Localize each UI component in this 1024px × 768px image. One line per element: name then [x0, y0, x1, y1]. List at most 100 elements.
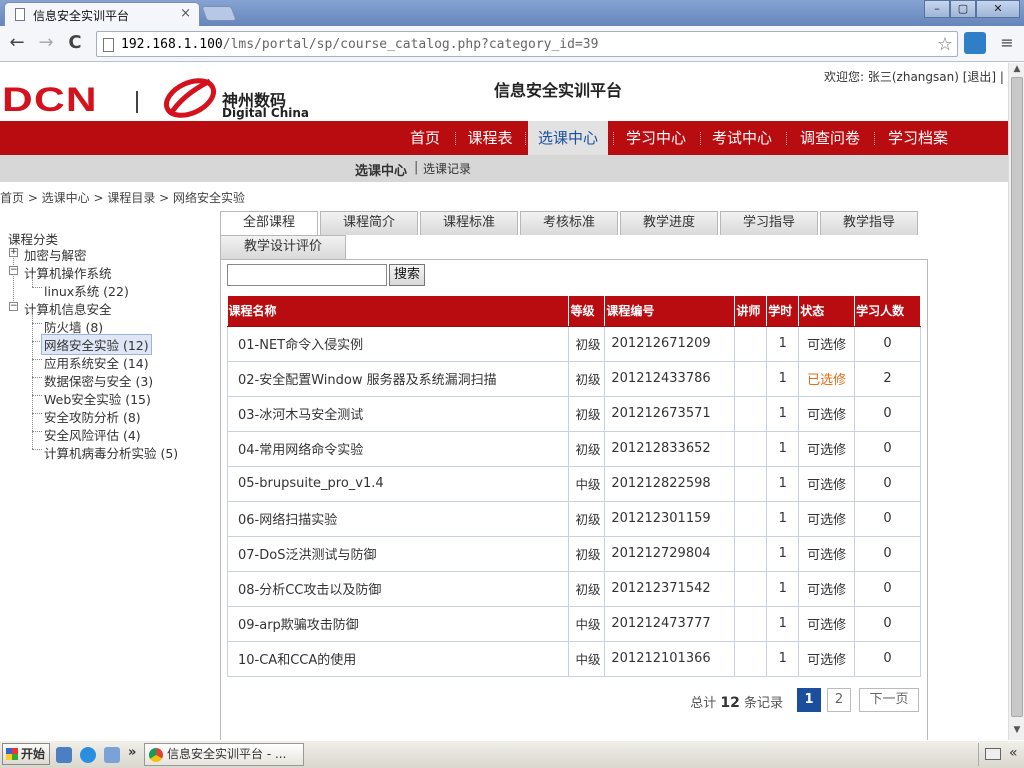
- next-page-button[interactable]: 下一页: [859, 688, 919, 712]
- tab-close-icon[interactable]: ×: [180, 6, 191, 21]
- page-icon: [15, 8, 25, 21]
- subnav-selection-record[interactable]: 选课记录: [423, 160, 471, 177]
- extension-icon[interactable]: [964, 32, 986, 54]
- tree-node-web-security[interactable]: Web安全实验 (15): [44, 389, 151, 408]
- course-code: 201212822598: [604, 465, 736, 502]
- ie-icon[interactable]: [80, 747, 96, 763]
- subnav-course-selection[interactable]: 选课中心: [355, 160, 407, 179]
- media-icon[interactable]: [104, 747, 120, 763]
- course-name-link[interactable]: 10-CA和CCA的使用: [226, 640, 570, 677]
- close-window-button[interactable]: ✕: [976, 0, 1020, 18]
- tree-node-data-security[interactable]: 数据保密与安全 (3): [44, 371, 153, 390]
- tree-node-os[interactable]: 计算机操作系统: [24, 263, 112, 282]
- bookmark-star-icon[interactable]: ☆: [937, 34, 953, 55]
- table-row[interactable]: 01-NET命令入侵实例 初级 201212671209 1 可选修 0: [226, 325, 921, 362]
- scroll-up-icon[interactable]: ▲: [1011, 64, 1023, 76]
- table-row[interactable]: 02-安全配置Window 服务器及系统漏洞扫描 初级 201212433786 1 已…: [226, 360, 921, 397]
- page-2-button[interactable]: 2: [827, 688, 851, 712]
- course-name-link[interactable]: 07-DoS泛洪测试与防御: [226, 535, 570, 572]
- taskbar-item-browser[interactable]: 信息安全实训平台 - ...: [144, 743, 304, 766]
- breadcrumb[interactable]: 首页 > 选课中心 > 课程目录 > 网络安全实验: [0, 189, 245, 206]
- course-name-link[interactable]: 08-分析CC攻击以及防御: [226, 570, 570, 607]
- search-input[interactable]: [227, 264, 387, 286]
- tree-node-app-security[interactable]: 应用系统安全 (14): [44, 353, 149, 372]
- tab-all-courses[interactable]: 全部课程: [220, 211, 318, 235]
- tab-teaching-progress[interactable]: 教学进度: [620, 211, 718, 235]
- tree-node-network-security[interactable]: 网络安全实验 (12): [41, 334, 152, 355]
- tab-study-guide[interactable]: 学习指导: [720, 211, 818, 235]
- search-button[interactable]: 搜索: [389, 264, 425, 286]
- logo-english-name: Digital China: [222, 106, 310, 120]
- tree-node-risk-assessment[interactable]: 安全风险评估 (4): [44, 425, 141, 444]
- course-learners: 0: [854, 640, 921, 677]
- reload-icon[interactable]: C: [64, 32, 86, 54]
- nav-schedule[interactable]: 课程表: [460, 121, 520, 155]
- menu-icon[interactable]: ≡: [996, 32, 1018, 54]
- page-scrollbar[interactable]: ▲ ▼: [1008, 63, 1024, 740]
- course-learners: 0: [854, 570, 921, 607]
- site-title: 信息安全实训平台: [494, 81, 623, 100]
- back-icon[interactable]: ←: [6, 32, 28, 54]
- tab-design-evaluation[interactable]: 教学设计评价: [220, 235, 346, 259]
- desktop-icon[interactable]: [56, 747, 72, 763]
- course-code: 201212673571: [604, 395, 736, 432]
- table-row[interactable]: 05-brupsuite_pro_v1.4 中级 201212822598 1 可选修 0: [226, 465, 921, 502]
- expand-icon[interactable]: +: [9, 248, 18, 257]
- collapse-icon[interactable]: −: [9, 302, 18, 311]
- course-code: 201212433786: [604, 360, 736, 397]
- course-name-link[interactable]: 09-arp欺骗攻击防御: [226, 605, 570, 642]
- forward-icon[interactable]: →: [35, 32, 57, 54]
- scroll-thumb[interactable]: [1011, 77, 1023, 717]
- tab-teaching-guide[interactable]: 教学指导: [820, 211, 918, 235]
- course-hours: 1: [766, 395, 800, 432]
- nav-survey[interactable]: 调查问卷: [792, 121, 868, 155]
- course-teacher: [734, 535, 768, 572]
- course-name-link[interactable]: 06-网络扫描实验: [226, 500, 570, 537]
- table-row[interactable]: 03-冰河木马安全测试 初级 201212673571 1 可选修 0: [226, 395, 921, 432]
- table-row[interactable]: 04-常用网络命令实验 初级 201212833652 1 可选修 0: [226, 430, 921, 467]
- tree-line: [32, 449, 42, 450]
- minimize-button[interactable]: –: [924, 0, 950, 18]
- nav-learning-record[interactable]: 学习档案: [880, 121, 956, 155]
- logo-dcn: DCN: [2, 81, 98, 119]
- nav-home[interactable]: 首页: [400, 121, 450, 155]
- tab-assessment-standard[interactable]: 考核标准: [520, 211, 618, 235]
- digital-china-swirl-icon: [163, 78, 217, 118]
- tree-node-linux[interactable]: linux系统 (22): [44, 281, 129, 300]
- new-tab-button[interactable]: [201, 6, 237, 21]
- table-row[interactable]: 09-arp欺骗攻击防御 中级 201212473777 1 可选修 0: [226, 605, 921, 642]
- nav-learning-center[interactable]: 学习中心: [618, 121, 694, 155]
- nav-exam-center[interactable]: 考试中心: [704, 121, 780, 155]
- course-name-link[interactable]: 04-常用网络命令实验: [226, 430, 570, 467]
- course-name-link[interactable]: 03-冰河木马安全测试: [226, 395, 570, 432]
- browser-tab[interactable]: 信息安全实训平台 ×: [4, 2, 200, 26]
- maximize-button[interactable]: ▢: [950, 0, 976, 18]
- table-row[interactable]: 08-分析CC攻击以及防御 初级 201212371542 1 可选修 0: [226, 570, 921, 607]
- tab-course-intro[interactable]: 课程简介: [320, 211, 418, 235]
- table-row[interactable]: 06-网络扫描实验 初级 201212301159 1 可选修 0: [226, 500, 921, 537]
- tree-line: [32, 413, 42, 414]
- tree-node-virus-analysis[interactable]: 计算机病毒分析实验 (5): [44, 443, 178, 462]
- tree-node-encryption[interactable]: 加密与解密: [24, 245, 87, 264]
- total-records: 总计 12 条记录: [690, 692, 783, 711]
- address-bar[interactable]: 192.168.1.100/lms/portal/sp/course_catal…: [96, 31, 958, 57]
- keyboard-icon[interactable]: [985, 748, 1001, 760]
- start-button[interactable]: 开始: [2, 743, 50, 765]
- quicklaunch-more-icon[interactable]: »: [128, 745, 136, 760]
- course-name-link[interactable]: 01-NET命令入侵实例: [226, 325, 570, 362]
- tray-expand-icon[interactable]: «: [1009, 745, 1018, 761]
- course-name-link[interactable]: 05-brupsuite_pro_v1.4: [226, 465, 570, 502]
- tree-node-attack-defense[interactable]: 安全攻防分析 (8): [44, 407, 141, 426]
- page-1-button[interactable]: 1: [797, 688, 821, 712]
- scroll-down-icon[interactable]: ▼: [1011, 725, 1023, 737]
- tab-course-standard[interactable]: 课程标准: [420, 211, 518, 235]
- course-level: 初级: [568, 570, 606, 607]
- course-level: 中级: [568, 465, 606, 502]
- table-row[interactable]: 10-CA和CCA的使用 中级 201212101366 1 可选修 0: [226, 640, 921, 677]
- course-name-link[interactable]: 02-安全配置Window 服务器及系统漏洞扫描: [226, 360, 570, 397]
- collapse-icon[interactable]: −: [9, 266, 18, 275]
- tree-node-infosec[interactable]: 计算机信息安全: [24, 299, 112, 318]
- welcome-text[interactable]: 欢迎您: 张三(zhangsan) [退出] |: [824, 68, 1004, 85]
- table-row[interactable]: 07-DoS泛洪测试与防御 初级 201212729804 1 可选修 0: [226, 535, 921, 572]
- nav-course-selection[interactable]: 选课中心: [528, 121, 608, 155]
